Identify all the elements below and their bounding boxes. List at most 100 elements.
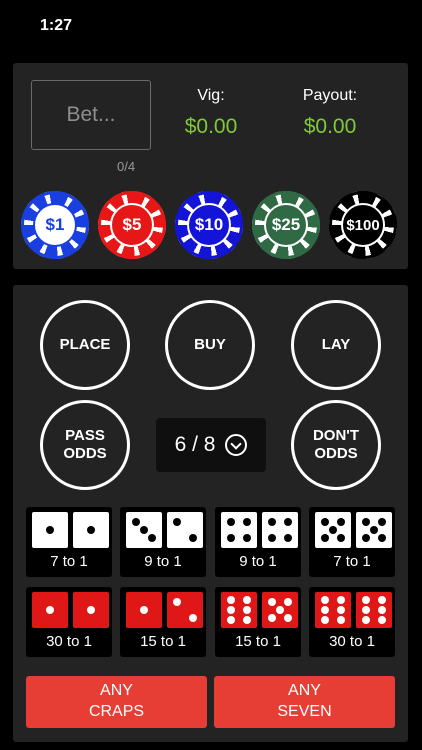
die-pip: [378, 606, 387, 614]
die-pip: [320, 606, 329, 614]
dice-bet-card[interactable]: 9 to 1: [120, 507, 206, 577]
chevron-down-icon: [225, 434, 248, 456]
die-face-5: [356, 512, 392, 548]
die-pip: [337, 517, 346, 526]
payout-label: Payout:: [302, 87, 358, 104]
die-pip: [243, 606, 252, 614]
die-pip: [172, 517, 181, 526]
status-time: 1:27: [40, 17, 73, 34]
die-face-6: [221, 592, 257, 628]
dice-bet-card[interactable]: 9 to 1: [215, 507, 301, 577]
die-pip: [172, 597, 181, 606]
dice-bet-payout-label: 9 to 1: [144, 553, 182, 570]
payout-value: $0.00: [303, 115, 357, 138]
die-face-6: [356, 592, 392, 628]
die-pip: [284, 534, 293, 543]
chip-10-label: $10: [187, 203, 231, 247]
die-pip: [337, 616, 346, 625]
die-face-1: [32, 512, 68, 548]
die-pip: [226, 616, 235, 625]
chip-row: $1 $5 $10 $25 $100: [21, 191, 401, 261]
dice-bet-card[interactable]: 15 to 1: [120, 587, 206, 657]
die-face-1: [32, 592, 68, 628]
die-pip: [267, 597, 276, 606]
chip-5-label: $5: [110, 203, 154, 247]
dice-bet-payout-label: 15 to 1: [140, 633, 186, 650]
die-pip: [226, 595, 235, 604]
die-pip: [46, 526, 54, 534]
vig-label: Vig:: [197, 87, 225, 104]
chip-25[interactable]: $25: [252, 191, 320, 259]
bet-count: 0/4: [117, 159, 136, 174]
die-pip: [148, 534, 157, 543]
die-face-3: [126, 512, 162, 548]
die-pip: [267, 534, 276, 543]
bet-panel: Bet... 0/4 Vig: $0.00 Payout: $0.00 $1 $…: [13, 63, 408, 269]
lay-button[interactable]: LAY: [291, 300, 381, 390]
vig-section: Vig: $0.00: [161, 87, 261, 139]
chip-1[interactable]: $1: [21, 191, 89, 259]
any-craps-button[interactable]: ANY CRAPS: [26, 676, 207, 728]
die-pip: [329, 526, 337, 534]
die-pip: [140, 526, 148, 534]
die-pip: [226, 534, 235, 543]
die-pip: [87, 606, 95, 614]
chip-25-label: $25: [264, 203, 308, 247]
die-pip: [189, 614, 198, 623]
die-pip: [243, 517, 252, 526]
dice-bet-payout-label: 15 to 1: [235, 633, 281, 650]
dice-bet-card[interactable]: 30 to 1: [26, 587, 112, 657]
die-pip: [361, 534, 370, 543]
die-pip: [378, 595, 387, 604]
die-pip: [337, 534, 346, 543]
die-pip: [267, 614, 276, 623]
dice-bet-card[interactable]: 7 to 1: [309, 507, 395, 577]
die-pip: [361, 595, 370, 604]
die-face-2: [167, 512, 203, 548]
dice-bet-card[interactable]: 30 to 1: [309, 587, 395, 657]
die-pip: [243, 534, 252, 543]
die-pip: [361, 517, 370, 526]
dont-odds-button[interactable]: DON'T ODDS: [291, 400, 381, 490]
buy-button[interactable]: BUY: [165, 300, 255, 390]
dice-bet-payout-label: 7 to 1: [50, 553, 88, 570]
die-pip: [284, 517, 293, 526]
bet-input[interactable]: Bet...: [31, 80, 151, 150]
dice-bet-payout-label: 30 to 1: [46, 633, 92, 650]
dice-bet-card[interactable]: 7 to 1: [26, 507, 112, 577]
die-face-1: [73, 512, 109, 548]
chip-10[interactable]: $10: [175, 191, 243, 259]
any-seven-button[interactable]: ANY SEVEN: [214, 676, 395, 728]
dice-bet-card[interactable]: 15 to 1: [215, 587, 301, 657]
die-face-6: [315, 592, 351, 628]
vig-value: $0.00: [184, 115, 238, 138]
die-face-5: [262, 592, 298, 628]
die-face-4: [262, 512, 298, 548]
pass-odds-button[interactable]: PASS ODDS: [40, 400, 130, 490]
chip-5[interactable]: $5: [98, 191, 166, 259]
place-button[interactable]: PLACE: [40, 300, 130, 390]
die-pip: [140, 606, 148, 614]
point-selector[interactable]: 6 / 8: [156, 418, 266, 472]
die-pip: [378, 534, 387, 543]
die-pip: [267, 517, 276, 526]
die-pip: [320, 534, 329, 543]
die-pip: [243, 616, 252, 625]
chip-100-label: $100: [341, 203, 385, 247]
chip-100[interactable]: $100: [329, 191, 397, 259]
die-pip: [370, 526, 378, 534]
die-pip: [189, 534, 198, 543]
dice-bet-payout-label: 7 to 1: [333, 553, 371, 570]
die-pip: [320, 517, 329, 526]
die-pip: [87, 526, 95, 534]
die-pip: [337, 595, 346, 604]
die-pip: [226, 606, 235, 614]
die-pip: [131, 517, 140, 526]
die-pip: [226, 517, 235, 526]
point-selector-value: 6 / 8: [174, 433, 216, 456]
die-face-4: [221, 512, 257, 548]
die-pip: [337, 606, 346, 614]
die-pip: [378, 616, 387, 625]
die-pip: [361, 616, 370, 625]
die-face-2: [167, 592, 203, 628]
